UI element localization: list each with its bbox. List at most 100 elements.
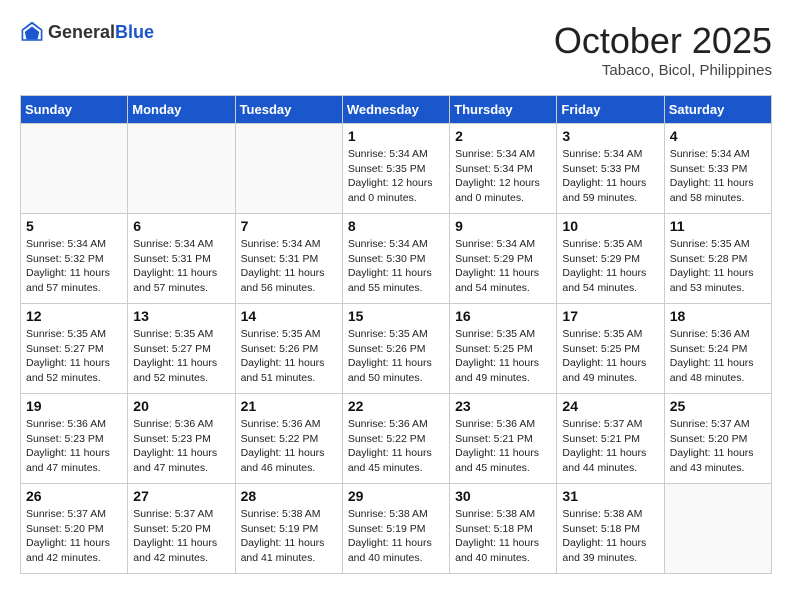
day-info: Sunrise: 5:35 AM Sunset: 5:26 PM Dayligh…	[241, 327, 337, 386]
day-info: Sunrise: 5:34 AM Sunset: 5:33 PM Dayligh…	[562, 147, 658, 206]
calendar-cell	[235, 124, 342, 214]
logo-icon	[20, 20, 44, 44]
calendar-cell	[21, 124, 128, 214]
week-row-3: 19 Sunrise: 5:36 AM Sunset: 5:23 PM Dayli…	[21, 394, 772, 484]
day-number: 5	[26, 218, 122, 234]
calendar-cell: 15 Sunrise: 5:35 AM Sunset: 5:26 PM Dayli…	[342, 304, 449, 394]
header-row: SundayMondayTuesdayWednesdayThursdayFrid…	[21, 96, 772, 124]
day-number: 10	[562, 218, 658, 234]
day-info: Sunrise: 5:35 AM Sunset: 5:28 PM Dayligh…	[670, 237, 766, 296]
week-row-1: 5 Sunrise: 5:34 AM Sunset: 5:32 PM Daylig…	[21, 214, 772, 304]
day-info: Sunrise: 5:34 AM Sunset: 5:30 PM Dayligh…	[348, 237, 444, 296]
day-info: Sunrise: 5:36 AM Sunset: 5:22 PM Dayligh…	[241, 417, 337, 476]
logo-general: General	[48, 22, 115, 42]
day-number: 27	[133, 488, 229, 504]
calendar-cell: 31 Sunrise: 5:38 AM Sunset: 5:18 PM Dayli…	[557, 484, 664, 574]
day-number: 18	[670, 308, 766, 324]
calendar-cell: 21Sunrise: 5:36 AM Sunset: 5:22 PM Dayli…	[235, 394, 342, 484]
month-title: October 2025	[554, 20, 772, 62]
day-number: 4	[670, 128, 766, 144]
calendar-cell: 26Sunrise: 5:37 AM Sunset: 5:20 PM Dayli…	[21, 484, 128, 574]
calendar-cell: 16Sunrise: 5:35 AM Sunset: 5:25 PM Dayli…	[450, 304, 557, 394]
day-info: Sunrise: 5:34 AM Sunset: 5:31 PM Dayligh…	[133, 237, 229, 296]
calendar-cell: 9Sunrise: 5:34 AM Sunset: 5:29 PM Daylig…	[450, 214, 557, 304]
header-cell-sunday: Sunday	[21, 96, 128, 124]
logo-blue: Blue	[115, 22, 154, 42]
calendar-cell: 20 Sunrise: 5:36 AM Sunset: 5:23 PM Dayli…	[128, 394, 235, 484]
calendar-cell: 7 Sunrise: 5:34 AM Sunset: 5:31 PM Daylig…	[235, 214, 342, 304]
calendar-cell: 14 Sunrise: 5:35 AM Sunset: 5:26 PM Dayli…	[235, 304, 342, 394]
day-number: 7	[241, 218, 337, 234]
page-header: GeneralBlue October 2025 Tabaco, Bicol, …	[20, 20, 772, 79]
week-row-0: 1Sunrise: 5:34 AM Sunset: 5:35 PM Daylig…	[21, 124, 772, 214]
calendar-cell: 12Sunrise: 5:35 AM Sunset: 5:27 PM Dayli…	[21, 304, 128, 394]
day-info: Sunrise: 5:35 AM Sunset: 5:26 PM Dayligh…	[348, 327, 444, 386]
header-cell-wednesday: Wednesday	[342, 96, 449, 124]
week-row-2: 12Sunrise: 5:35 AM Sunset: 5:27 PM Dayli…	[21, 304, 772, 394]
calendar-cell: 11 Sunrise: 5:35 AM Sunset: 5:28 PM Dayli…	[664, 214, 771, 304]
calendar-cell: 25 Sunrise: 5:37 AM Sunset: 5:20 PM Dayli…	[664, 394, 771, 484]
day-info: Sunrise: 5:36 AM Sunset: 5:23 PM Dayligh…	[133, 417, 229, 476]
calendar-cell	[664, 484, 771, 574]
day-number: 2	[455, 128, 551, 144]
calendar-cell: 24Sunrise: 5:37 AM Sunset: 5:21 PM Dayli…	[557, 394, 664, 484]
calendar-cell	[128, 124, 235, 214]
day-number: 23	[455, 398, 551, 414]
day-info: Sunrise: 5:34 AM Sunset: 5:29 PM Dayligh…	[455, 237, 551, 296]
title-block: October 2025 Tabaco, Bicol, Philippines	[554, 20, 772, 79]
day-number: 31	[562, 488, 658, 504]
day-info: Sunrise: 5:38 AM Sunset: 5:18 PM Dayligh…	[562, 507, 658, 566]
day-info: Sunrise: 5:37 AM Sunset: 5:20 PM Dayligh…	[670, 417, 766, 476]
day-number: 11	[670, 218, 766, 234]
day-number: 3	[562, 128, 658, 144]
day-info: Sunrise: 5:34 AM Sunset: 5:32 PM Dayligh…	[26, 237, 122, 296]
day-info: Sunrise: 5:36 AM Sunset: 5:22 PM Dayligh…	[348, 417, 444, 476]
day-info: Sunrise: 5:35 AM Sunset: 5:25 PM Dayligh…	[562, 327, 658, 386]
header-cell-thursday: Thursday	[450, 96, 557, 124]
calendar-cell: 28 Sunrise: 5:38 AM Sunset: 5:19 PM Dayli…	[235, 484, 342, 574]
day-number: 24	[562, 398, 658, 414]
day-info: Sunrise: 5:38 AM Sunset: 5:19 PM Dayligh…	[348, 507, 444, 566]
day-number: 6	[133, 218, 229, 234]
day-number: 20	[133, 398, 229, 414]
calendar-cell: 23 Sunrise: 5:36 AM Sunset: 5:21 PM Dayli…	[450, 394, 557, 484]
day-info: Sunrise: 5:38 AM Sunset: 5:19 PM Dayligh…	[241, 507, 337, 566]
day-info: Sunrise: 5:37 AM Sunset: 5:20 PM Dayligh…	[133, 507, 229, 566]
day-info: Sunrise: 5:34 AM Sunset: 5:31 PM Dayligh…	[241, 237, 337, 296]
day-number: 28	[241, 488, 337, 504]
day-number: 29	[348, 488, 444, 504]
calendar-table: SundayMondayTuesdayWednesdayThursdayFrid…	[20, 95, 772, 574]
location: Tabaco, Bicol, Philippines	[554, 62, 772, 79]
header-cell-tuesday: Tuesday	[235, 96, 342, 124]
day-number: 25	[670, 398, 766, 414]
calendar-cell: 1Sunrise: 5:34 AM Sunset: 5:35 PM Daylig…	[342, 124, 449, 214]
day-info: Sunrise: 5:36 AM Sunset: 5:21 PM Dayligh…	[455, 417, 551, 476]
day-number: 19	[26, 398, 122, 414]
calendar-cell: 4 Sunrise: 5:34 AM Sunset: 5:33 PM Daylig…	[664, 124, 771, 214]
calendar-cell: 13Sunrise: 5:35 AM Sunset: 5:27 PM Dayli…	[128, 304, 235, 394]
calendar-header: SundayMondayTuesdayWednesdayThursdayFrid…	[21, 96, 772, 124]
calendar-cell: 10Sunrise: 5:35 AM Sunset: 5:29 PM Dayli…	[557, 214, 664, 304]
calendar-body: 1Sunrise: 5:34 AM Sunset: 5:35 PM Daylig…	[21, 124, 772, 574]
day-number: 22	[348, 398, 444, 414]
calendar-cell: 18 Sunrise: 5:36 AM Sunset: 5:24 PM Dayli…	[664, 304, 771, 394]
day-number: 15	[348, 308, 444, 324]
calendar-cell: 6 Sunrise: 5:34 AM Sunset: 5:31 PM Daylig…	[128, 214, 235, 304]
header-cell-saturday: Saturday	[664, 96, 771, 124]
day-info: Sunrise: 5:34 AM Sunset: 5:33 PM Dayligh…	[670, 147, 766, 206]
header-cell-friday: Friday	[557, 96, 664, 124]
calendar-cell: 27 Sunrise: 5:37 AM Sunset: 5:20 PM Dayli…	[128, 484, 235, 574]
day-number: 13	[133, 308, 229, 324]
calendar-cell: 29 Sunrise: 5:38 AM Sunset: 5:19 PM Dayli…	[342, 484, 449, 574]
calendar-cell: 3 Sunrise: 5:34 AM Sunset: 5:33 PM Daylig…	[557, 124, 664, 214]
calendar-cell: 19Sunrise: 5:36 AM Sunset: 5:23 PM Dayli…	[21, 394, 128, 484]
week-row-4: 26Sunrise: 5:37 AM Sunset: 5:20 PM Dayli…	[21, 484, 772, 574]
day-number: 8	[348, 218, 444, 234]
header-cell-monday: Monday	[128, 96, 235, 124]
day-number: 14	[241, 308, 337, 324]
day-info: Sunrise: 5:38 AM Sunset: 5:18 PM Dayligh…	[455, 507, 551, 566]
calendar-cell: 22 Sunrise: 5:36 AM Sunset: 5:22 PM Dayli…	[342, 394, 449, 484]
day-info: Sunrise: 5:36 AM Sunset: 5:24 PM Dayligh…	[670, 327, 766, 386]
calendar-cell: 30Sunrise: 5:38 AM Sunset: 5:18 PM Dayli…	[450, 484, 557, 574]
day-number: 1	[348, 128, 444, 144]
